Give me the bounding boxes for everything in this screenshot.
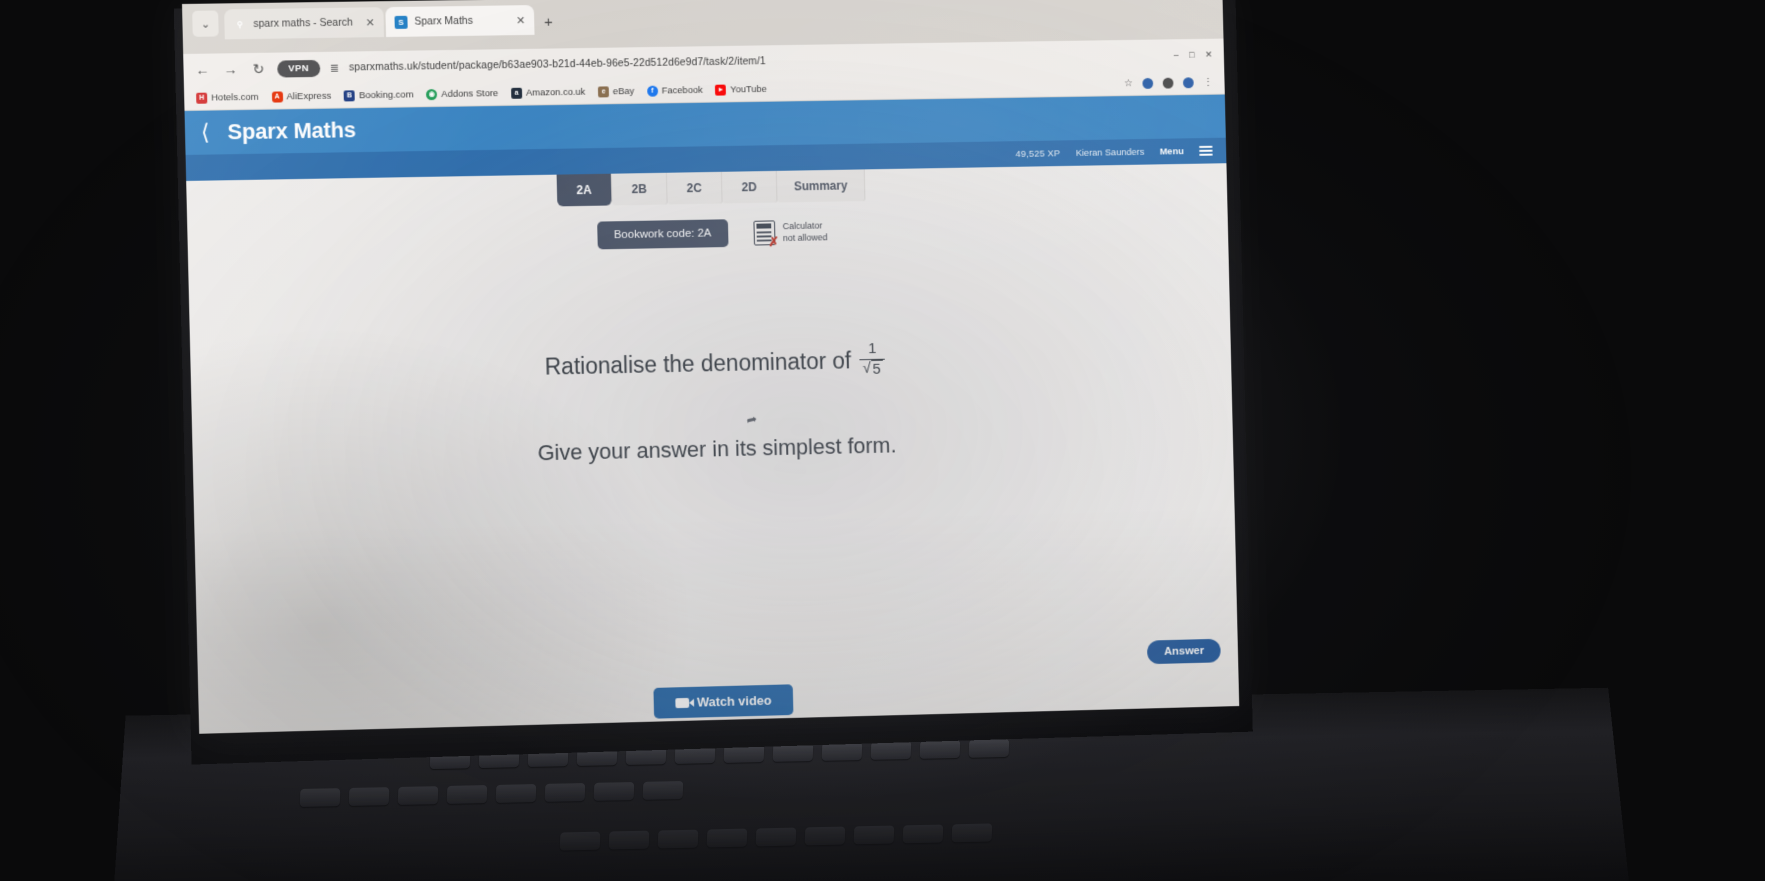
close-icon[interactable]: ✕ bbox=[360, 16, 375, 29]
bookmark-label: AliExpress bbox=[286, 90, 332, 102]
tab-2d[interactable]: 2D bbox=[721, 170, 778, 204]
xp-counter: 49,525 XP bbox=[1015, 147, 1061, 160]
laptop-screen: ⌄ ⚲ sparx maths - Search ✕ S Sparx Maths… bbox=[182, 0, 1240, 734]
bookmark-hotels[interactable]: H Hotels.com bbox=[196, 91, 259, 104]
task-meta-row: Bookwork code: 2A ✗ Calculator not allow… bbox=[187, 210, 1228, 257]
bookmark-label: YouTube bbox=[730, 83, 767, 95]
back-chevron-icon[interactable]: ⟨ bbox=[201, 120, 210, 145]
window-close-button[interactable]: ✕ bbox=[1205, 49, 1213, 60]
page-title: Sparx Maths bbox=[227, 117, 356, 145]
bookmark-amazon[interactable]: a Amazon.co.uk bbox=[510, 86, 586, 99]
profile-avatar[interactable] bbox=[1142, 77, 1154, 89]
radicand: 5 bbox=[871, 359, 883, 378]
watch-video-button[interactable]: Watch video bbox=[653, 684, 794, 719]
question-text-prefix: Rationalise the denominator of bbox=[544, 347, 852, 380]
calculator-status: ✗ Calculator not allowed bbox=[753, 219, 828, 249]
user-name[interactable]: Kieran Saunders bbox=[1076, 146, 1145, 158]
task-content: 2A 2B 2C 2D Summary Bookwork code: 2A ✗ … bbox=[186, 163, 1240, 734]
shield-icon[interactable] bbox=[1182, 76, 1194, 88]
question-area: Rationalise the denominator of 1 5 Give … bbox=[190, 335, 1233, 474]
amazon-icon: a bbox=[510, 87, 523, 99]
calculator-not-allowed-icon: ✗ bbox=[753, 219, 779, 249]
forward-icon[interactable]: → bbox=[221, 61, 239, 77]
booking-icon: B bbox=[343, 89, 356, 101]
vpn-button[interactable]: VPN bbox=[277, 59, 321, 78]
fraction-denominator: 5 bbox=[863, 359, 883, 379]
window-maximize-button[interactable]: □ bbox=[1189, 49, 1195, 60]
video-camera-icon bbox=[675, 697, 690, 708]
answer-button[interactable]: Answer bbox=[1147, 638, 1221, 665]
ebay-icon: e bbox=[597, 85, 610, 97]
hamburger-menu-icon[interactable] bbox=[1199, 145, 1213, 157]
bookmark-label: Booking.com bbox=[358, 88, 414, 101]
browser-tab-label: sparx maths - Search bbox=[253, 16, 353, 30]
bookmark-star-icon[interactable]: ☆ bbox=[1124, 78, 1133, 89]
aliexpress-icon: A bbox=[271, 90, 283, 103]
sparx-favicon-icon: S bbox=[394, 15, 408, 29]
calculator-label-line2: not allowed bbox=[782, 232, 828, 244]
search-icon: ⚲ bbox=[236, 19, 243, 29]
facebook-icon: f bbox=[646, 85, 658, 97]
reload-icon[interactable]: ↻ bbox=[249, 60, 267, 77]
tab-search-chevron-icon[interactable]: ⌄ bbox=[192, 10, 219, 37]
fraction-one-over-root-five: 1 5 bbox=[859, 340, 886, 379]
bookwork-code-badge: Bookwork code: 2A bbox=[596, 219, 729, 250]
browser-menu-icon[interactable]: ⋮ bbox=[1203, 77, 1213, 88]
square-root-icon: 5 bbox=[863, 359, 883, 379]
browser-tab-label: Sparx Maths bbox=[414, 14, 474, 28]
bookmark-label: Hotels.com bbox=[211, 91, 259, 104]
tab-summary[interactable]: Summary bbox=[776, 169, 866, 203]
bookmark-label: Amazon.co.uk bbox=[525, 86, 586, 99]
browser-tab-search[interactable]: ⚲ sparx maths - Search ✕ bbox=[224, 7, 385, 40]
watch-video-label: Watch video bbox=[696, 692, 772, 710]
calculator-label-line1: Calculator bbox=[782, 220, 823, 232]
address-bar[interactable]: sparxmaths.uk/student/package/b63ae903-b… bbox=[349, 49, 1164, 73]
back-icon[interactable]: ← bbox=[193, 62, 211, 78]
tab-2a[interactable]: 2A bbox=[556, 173, 613, 207]
browser-tab-sparx-maths[interactable]: S Sparx Maths ✕ bbox=[385, 5, 535, 38]
addons-store-icon: ◉ bbox=[426, 88, 438, 100]
youtube-icon: ► bbox=[715, 84, 727, 96]
permissions-icon[interactable]: ≣ bbox=[330, 61, 339, 74]
bookmark-label: eBay bbox=[612, 85, 635, 97]
bookmark-addons-store[interactable]: ◉ Addons Store bbox=[426, 88, 498, 100]
bookmark-label: Addons Store bbox=[441, 87, 499, 100]
bookmark-youtube[interactable]: ► YouTube bbox=[715, 83, 767, 96]
tab-2b[interactable]: 2B bbox=[611, 172, 668, 206]
fraction-numerator: 1 bbox=[868, 340, 877, 358]
window-minimize-button[interactable]: – bbox=[1174, 50, 1179, 61]
menu-label[interactable]: Menu bbox=[1160, 146, 1184, 157]
laptop-photo: ⌄ ⚲ sparx maths - Search ✕ S Sparx Maths… bbox=[0, 0, 1765, 881]
bookmark-label: Facebook bbox=[661, 84, 703, 96]
bookmark-aliexpress[interactable]: A AliExpress bbox=[271, 90, 332, 103]
close-icon[interactable]: ✕ bbox=[510, 14, 525, 27]
question-line-1: Rationalise the denominator of 1 5 bbox=[190, 335, 1231, 393]
bookmark-booking[interactable]: B Booking.com bbox=[343, 88, 414, 101]
bookmark-ebay[interactable]: e eBay bbox=[597, 85, 635, 97]
question-line-2: Give your answer in its simplest form. bbox=[537, 432, 897, 466]
hotels-icon: H bbox=[196, 92, 208, 104]
new-tab-button[interactable]: + bbox=[544, 14, 553, 31]
bookmark-facebook[interactable]: f Facebook bbox=[646, 84, 703, 97]
tab-2c[interactable]: 2C bbox=[666, 171, 723, 205]
extensions-icon[interactable] bbox=[1162, 77, 1174, 89]
